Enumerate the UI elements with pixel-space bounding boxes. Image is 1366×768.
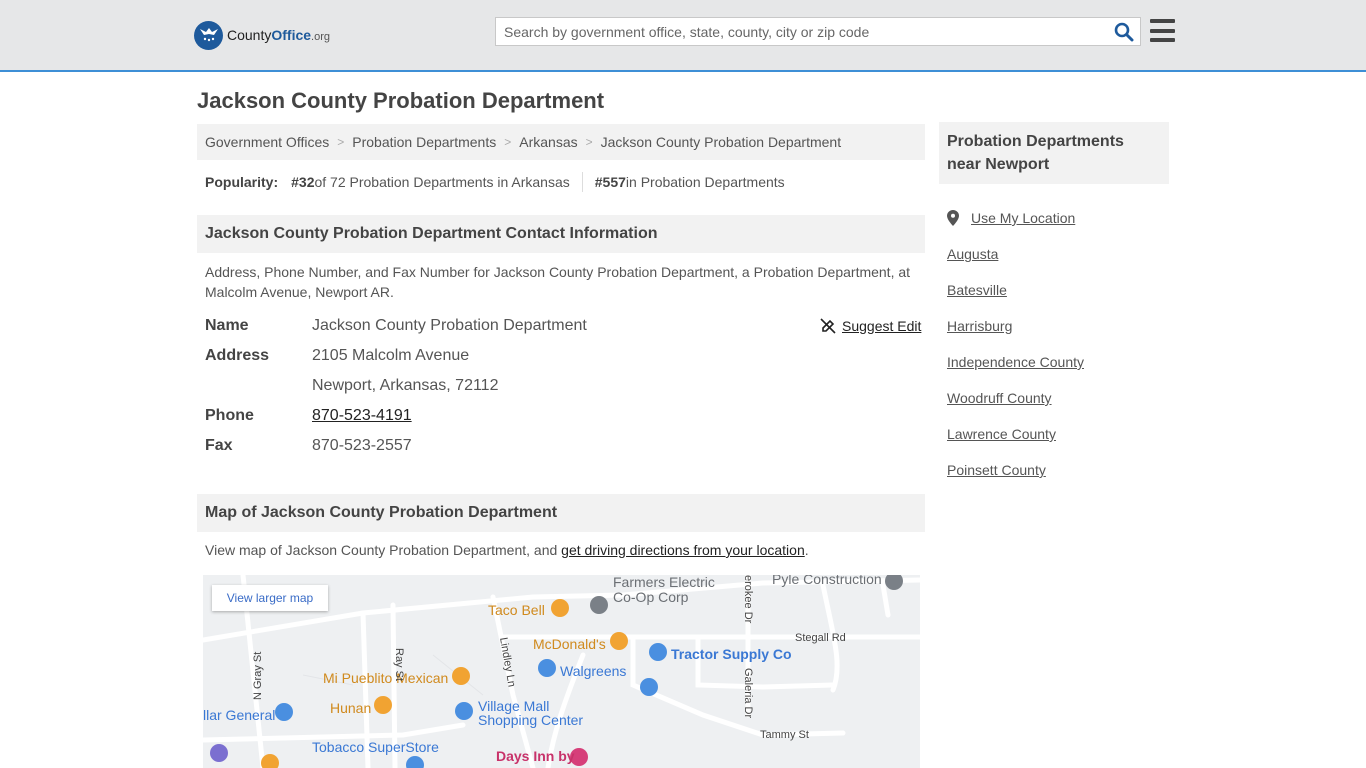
rank-state: #32 <box>291 174 315 190</box>
map-label-lindley: Lindley Ln <box>497 636 518 687</box>
map-label-ngray: N Gray St <box>252 652 264 700</box>
divider <box>581 172 583 192</box>
map-label-ray: Ray St <box>393 648 405 681</box>
map-label-daysinn: Days Inn by <box>496 748 575 764</box>
map-label-stegall: Stegall Rd <box>795 632 846 644</box>
use-location-link[interactable]: Use My Location <box>971 210 1075 226</box>
address-line2: Newport, Arkansas, 72112 <box>312 377 499 394</box>
sidebar-item-woodruff-county[interactable]: Woodruff County <box>947 380 1084 416</box>
phone-link[interactable]: 870-523-4191 <box>312 407 412 425</box>
embedded-map[interactable]: Farmers Electric Co-Op Corp Pyle Constru… <box>203 575 920 768</box>
address-label: Address <box>205 347 270 364</box>
chevron-right-icon: > <box>585 135 593 149</box>
suggest-edit-link[interactable]: Suggest Edit <box>842 318 921 334</box>
name-label: Name <box>205 317 249 334</box>
breadcrumb-arkansas[interactable]: Arkansas <box>519 134 577 150</box>
name-value: Jackson County Probation Department <box>312 317 587 334</box>
phone-label: Phone <box>205 407 254 424</box>
sidebar-list: Use My Location Augusta Batesville Harri… <box>947 200 1084 488</box>
map-label-general: llar General <box>203 707 275 723</box>
chevron-right-icon: > <box>337 135 345 149</box>
popularity-label: Popularity: <box>205 174 279 190</box>
breadcrumb-probation-departments[interactable]: Probation Departments <box>352 134 496 150</box>
sidebar-item-independence-county[interactable]: Independence County <box>947 344 1084 380</box>
eagle-logo-icon <box>194 20 223 50</box>
map-label-tammy: Tammy St <box>760 729 809 741</box>
map-heading: Map of Jackson County Probation Departme… <box>197 494 925 532</box>
info-row-fax: Fax 870-523-2557 <box>205 431 412 461</box>
map-label-cherokee: erokee Dr <box>742 575 754 624</box>
chevron-right-icon: > <box>504 135 512 149</box>
map-label-mcdonalds: McDonald's <box>533 636 606 652</box>
map-label-pyle: Pyle Construction <box>772 575 882 587</box>
sidebar-item-harrisburg[interactable]: Harrisburg <box>947 308 1084 344</box>
suggest-edit-button[interactable]: Suggest Edit <box>820 318 921 334</box>
sidebar-item-lawrence-county[interactable]: Lawrence County <box>947 416 1084 452</box>
top-bar: CountyOffice.org <box>0 0 1366 72</box>
sidebar-item-batesville[interactable]: Batesville <box>947 272 1084 308</box>
contact-description: Address, Phone Number, and Fax Number fo… <box>205 264 911 300</box>
fax-label: Fax <box>205 437 233 454</box>
location-pin-icon <box>947 210 959 226</box>
sidebar-heading: Probation Departments near Newport <box>939 122 1169 184</box>
search-icon[interactable] <box>1114 22 1134 42</box>
fax-value: 870-523-2557 <box>312 437 412 454</box>
map-label-walgreens: Walgreens <box>560 663 626 679</box>
contact-heading: Jackson County Probation Department Cont… <box>197 215 925 253</box>
map-description: View map of Jackson County Probation Dep… <box>205 542 809 558</box>
address-line1: 2105 Malcolm Avenue <box>312 347 470 364</box>
map-label-tobacco: Tobacco SuperStore <box>312 739 439 755</box>
page-title: Jackson County Probation Department <box>197 88 605 113</box>
info-row-address2: Newport, Arkansas, 72112 <box>205 371 498 401</box>
logo-text: CountyOffice.org <box>227 27 331 43</box>
rank-state-text: of 72 Probation Departments in Arkansas <box>314 174 570 190</box>
view-larger-map-button[interactable]: View larger map <box>212 585 328 611</box>
use-location-item[interactable]: Use My Location <box>947 200 1084 236</box>
map-label-hunan: Hunan <box>330 700 371 716</box>
sidebar-item-poinsett-county[interactable]: Poinsett County <box>947 452 1084 488</box>
map-label-tractor: Tractor Supply Co <box>671 646 792 662</box>
map-label-farmers: Farmers Electric <box>613 575 715 590</box>
map-label-taco: Taco Bell <box>488 602 545 618</box>
site-logo[interactable]: CountyOffice.org <box>194 20 330 50</box>
breadcrumb-government-offices[interactable]: Government Offices <box>205 134 329 150</box>
search-input[interactable] <box>496 18 1096 45</box>
sidebar-item-augusta[interactable]: Augusta <box>947 236 1084 272</box>
map-label-farmers2: Co-Op Corp <box>613 589 689 605</box>
map-label-galeria: Galeria Dr <box>742 668 754 718</box>
info-row-phone: Phone 870-523-4191 <box>205 401 412 431</box>
breadcrumb: Government Offices > Probation Departmen… <box>197 124 925 160</box>
hamburger-menu-icon[interactable] <box>1150 19 1175 42</box>
driving-directions-link[interactable]: get driving directions from your locatio… <box>561 542 805 558</box>
popularity-bar: Popularity: #32 of 72 Probation Departme… <box>205 172 785 192</box>
edit-off-icon <box>820 318 836 334</box>
rank-all-text: in Probation Departments <box>625 174 785 190</box>
map-label-village2: Shopping Center <box>478 712 583 728</box>
search-box <box>495 17 1141 46</box>
info-row-address: Address 2105 Malcolm Avenue <box>205 341 469 371</box>
info-row-name: Name Jackson County Probation Department <box>205 311 587 341</box>
breadcrumb-current: Jackson County Probation Department <box>600 134 842 150</box>
rank-all: #557 <box>594 174 626 190</box>
map-label-pueblito: Mi Pueblito Mexican <box>323 670 448 686</box>
